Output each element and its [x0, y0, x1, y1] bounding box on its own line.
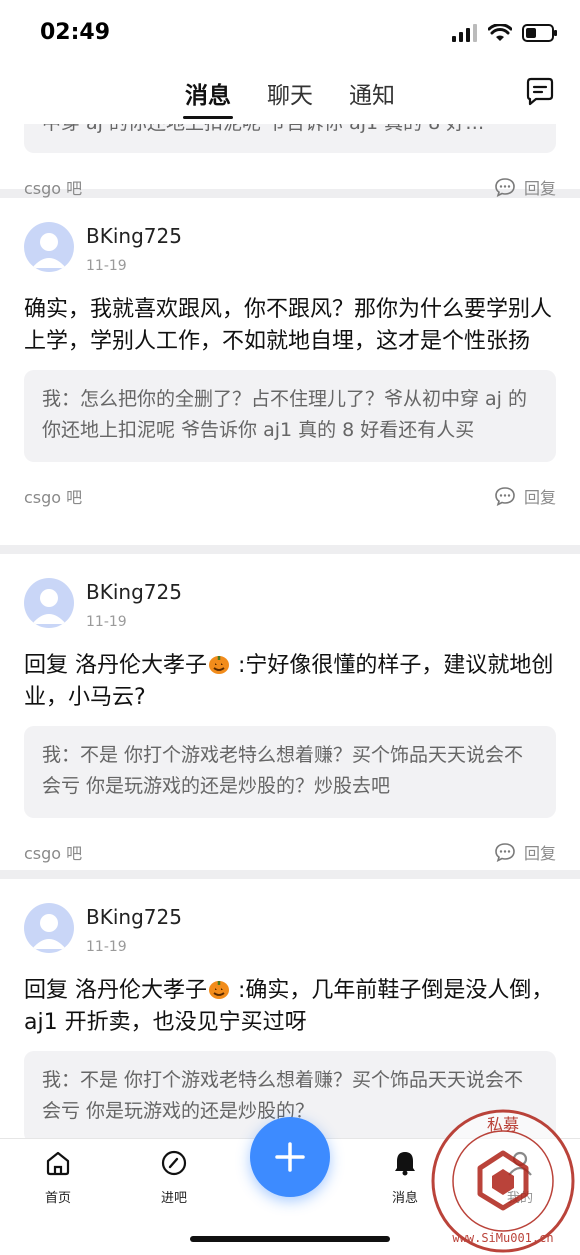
default-avatar-icon: [32, 589, 66, 624]
home-indicator: [190, 1236, 390, 1242]
quoted-comment[interactable]: 中穿 aj 的你还地上扣泥呢 爷告诉你 aj1 真的 8 好…: [24, 124, 556, 153]
card-footer: csgo 吧 回复: [24, 484, 556, 508]
message-feed[interactable]: 中穿 aj 的你还地上扣泥呢 爷告诉你 aj1 真的 8 好… csgo 吧 回…: [0, 124, 580, 1138]
status-bar: 02:49: [0, 0, 580, 70]
nav-home[interactable]: 首页: [18, 1149, 98, 1206]
watermark-url: www.SiMu001.cn: [452, 1231, 553, 1245]
avatar[interactable]: [24, 903, 74, 953]
forum-name[interactable]: csgo 吧: [24, 484, 82, 508]
nav-home-label: 首页: [44, 1191, 71, 1206]
comment-icon: [495, 487, 515, 506]
wifi-icon: [488, 24, 512, 41]
reply-prefix[interactable]: 回复 洛丹伦大孝子: [24, 978, 207, 1003]
feed-card[interactable]: BKing725 11-19 确实，我就喜欢跟风，你不跟风？那你为什么要学别人上…: [0, 198, 580, 545]
chat-compose-icon[interactable]: [524, 76, 556, 108]
nav-forum-label: 进吧: [160, 1191, 187, 1206]
post-body[interactable]: 回复 洛丹伦大孝子 :确实，几年前鞋子倒是没人倒，aj1 开折卖，也没见宁买过呀: [24, 975, 556, 1039]
quoted-comment-text: 我：不是 你打个游戏老特么想着赚？买个饰品天天说会不会亏 你是玩游戏的还是炒股的…: [42, 744, 524, 797]
quoted-comment-text: 我：怎么把你的全删了？占不住理儿了？爷从初中穿 aj 的你还地上扣泥呢 爷告诉你…: [42, 388, 528, 441]
plus-icon: [275, 1142, 305, 1172]
card-separator: [0, 870, 580, 879]
feed-card[interactable]: BKing725 11-19 回复 洛丹伦大孝子 :确实，几年前鞋子倒是没人倒，…: [0, 879, 580, 1138]
watermark-stamp: 私募 www.SiMu001.cn: [431, 1109, 575, 1253]
status-icons: [452, 24, 558, 42]
tab-chat[interactable]: 聊天: [265, 76, 315, 110]
post-header: BKing725 11-19: [24, 222, 556, 274]
username[interactable]: BKing725: [86, 224, 182, 248]
post-header: BKing725 11-19: [24, 578, 556, 630]
compass-icon: [161, 1150, 187, 1176]
forum-name[interactable]: csgo 吧: [24, 175, 82, 199]
create-post-button[interactable]: [250, 1117, 330, 1197]
comment-icon: [495, 843, 515, 862]
quoted-comment[interactable]: 我：不是 你打个游戏老特么想着赚？买个饰品天天说会不会亏 你是玩游戏的还是炒股的…: [24, 726, 556, 818]
reply-label: 回复: [523, 844, 556, 863]
post-date: 11-19: [86, 939, 127, 955]
quoted-comment-text: 中穿 aj 的你还地上扣泥呢 爷告诉你 aj1 真的 8 好…: [42, 124, 538, 139]
card-footer: csgo 吧 回复: [24, 840, 556, 864]
pumpkin-emoji-icon: [209, 656, 229, 674]
tab-messages[interactable]: 消息: [183, 76, 233, 119]
comment-icon: [495, 178, 515, 197]
tab-bar: 消息 聊天 通知: [0, 76, 580, 119]
watermark-top-text: 私募: [487, 1115, 519, 1134]
top-navigation: 消息 聊天 通知: [0, 70, 580, 124]
pumpkin-emoji-icon: [209, 981, 229, 999]
user-meta: BKing725 11-19: [86, 578, 182, 630]
quoted-comment[interactable]: 我：怎么把你的全删了？占不住理儿了？爷从初中穿 aj 的你还地上扣泥呢 爷告诉你…: [24, 370, 556, 462]
bell-icon: [395, 1152, 415, 1176]
forum-name[interactable]: csgo 吧: [24, 840, 82, 864]
post-date: 11-19: [86, 258, 127, 274]
post-header: BKing725 11-19: [24, 903, 556, 955]
card-separator: [0, 545, 580, 554]
reply-label: 回复: [523, 488, 556, 507]
reply-button[interactable]: 回复: [494, 175, 556, 199]
card-footer: csgo 吧 回复: [24, 175, 556, 199]
reply-prefix[interactable]: 回复 洛丹伦大孝子: [24, 653, 207, 678]
post-body[interactable]: 回复 洛丹伦大孝子 :宁好像很懂的样子，建议就地创业，小马云?: [24, 650, 556, 714]
nav-forum[interactable]: 进吧: [134, 1149, 214, 1206]
home-icon: [46, 1151, 70, 1176]
username[interactable]: BKing725: [86, 905, 182, 929]
avatar[interactable]: [24, 222, 74, 272]
post-date: 11-19: [86, 614, 127, 630]
status-time: 02:49: [40, 20, 111, 45]
reply-label: 回复: [523, 179, 556, 198]
reply-button[interactable]: 回复: [494, 484, 556, 508]
feed-card-partial[interactable]: 中穿 aj 的你还地上扣泥呢 爷告诉你 aj1 真的 8 好… csgo 吧 回…: [0, 124, 580, 198]
feed-card[interactable]: BKing725 11-19 回复 洛丹伦大孝子 :宁好像很懂的样子，建议就地创…: [0, 554, 580, 870]
cellular-signal-icon: [452, 24, 477, 42]
user-meta: BKing725 11-19: [86, 222, 182, 274]
default-avatar-icon: [32, 914, 66, 949]
tab-notifications[interactable]: 通知: [347, 76, 397, 110]
username[interactable]: BKing725: [86, 580, 182, 604]
post-body[interactable]: 确实，我就喜欢跟风，你不跟风？那你为什么要学别人上学，学别人工作，不如就地自埋，…: [24, 294, 556, 358]
battery-icon: [522, 24, 557, 42]
avatar[interactable]: [24, 578, 74, 628]
reply-button[interactable]: 回复: [494, 840, 556, 864]
default-avatar-icon: [32, 233, 66, 268]
user-meta: BKing725 11-19: [86, 903, 182, 955]
